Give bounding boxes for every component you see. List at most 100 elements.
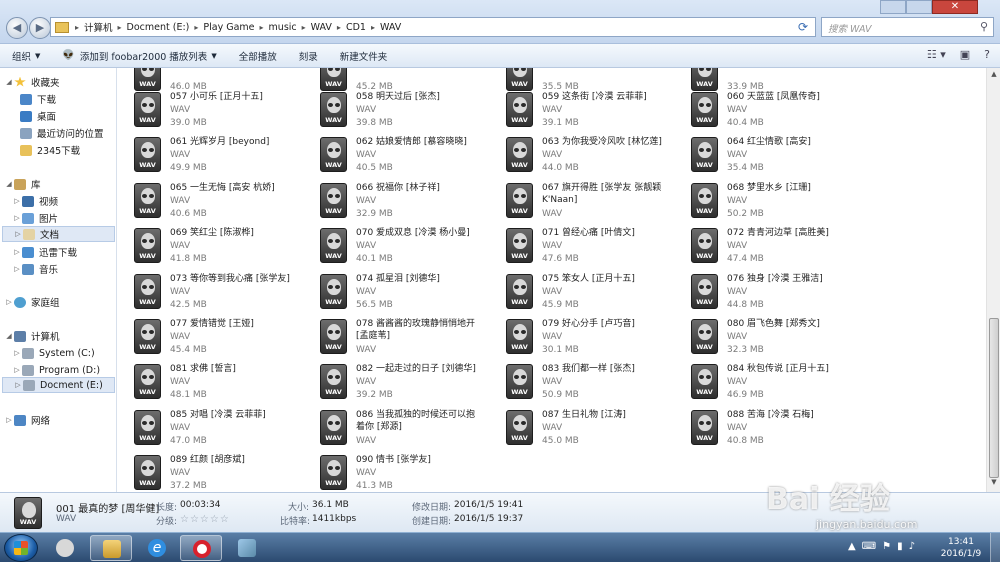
file-item[interactable]: WAV 086 当我孤独的时候还可以抱着你 [郑源] WAV (304, 408, 482, 450)
file-item[interactable]: WAV 059 这条街 [冷漠 云菲菲] WAV 39.1 MB (490, 90, 668, 132)
file-item[interactable]: WAV 079 好心分手 [卢巧音] WAV 30.1 MB (490, 317, 668, 359)
detail-bitrate-label: 比特率: (280, 517, 311, 527)
search-icon[interactable]: ⚲ (980, 20, 988, 33)
nav-network[interactable]: ▷ 网络 (4, 412, 50, 428)
file-item[interactable]: WAV 071 曾经心痛 [叶倩文] WAV 47.6 MB (490, 226, 668, 268)
file-item[interactable]: WAV 057 小可乐 [正月十五] WAV 39.0 MB (118, 90, 296, 132)
organize-button[interactable]: 组织 ▼ (12, 49, 40, 63)
file-item[interactable]: WAV 076 独身 [冷漠 王雅洁] WAV 44.8 MB (675, 272, 853, 314)
file-item[interactable]: WAV 058 明天过后 [张杰] WAV 39.8 MB (304, 90, 482, 132)
forward-button[interactable]: ▶ (29, 17, 51, 39)
file-item[interactable]: WAV 060 天蓝蓝 [凤凰传奇] WAV 40.4 MB (675, 90, 853, 132)
file-item[interactable]: WAV 082 一起走过的日子 [刘德华] WAV 39.2 MB (304, 362, 482, 404)
file-item[interactable]: WAV 061 光辉岁月 [beyond] WAV 49.9 MB (118, 135, 296, 177)
file-item[interactable]: WAV 072 青青河边草 [高胜美] WAV 47.4 MB (675, 226, 853, 268)
add-to-foobar-button[interactable]: 👽 添加到 foobar2000 播放列表 ▼ (62, 49, 216, 63)
volume-icon[interactable]: ♪ (909, 541, 915, 552)
rating-stars[interactable]: ☆☆☆☆☆ (180, 514, 230, 525)
wav-file-icon: WAV (134, 68, 161, 91)
nav-downloads[interactable]: 下载 (20, 91, 56, 107)
taskbar-explorer[interactable] (90, 535, 132, 561)
file-item[interactable]: WAV 084 秋包传说 [正月十五] WAV 46.9 MB (675, 362, 853, 404)
help-icon[interactable]: ? (984, 48, 990, 61)
file-item[interactable]: WAV 089 红颜 [胡彦斌] WAV 37.2 MB (118, 453, 296, 492)
file-item[interactable]: WAV 064 红尘情歌 [高安] WAV 35.4 MB (675, 135, 853, 177)
taskbar-foobar[interactable] (44, 535, 86, 561)
file-name: 080 眉飞色舞 [郑秀文] (727, 319, 820, 329)
close-button[interactable]: ✕ (932, 0, 978, 14)
minimize-button[interactable] (880, 0, 906, 14)
breadcrumb-computer[interactable]: 计算机 (81, 20, 116, 34)
nav-drive-c[interactable]: ▷ System (C:) (12, 345, 95, 361)
file-item[interactable]: WAV 077 爱情错觉 [王娅] WAV 45.4 MB (118, 317, 296, 359)
breadcrumb-wav-current[interactable]: WAV (377, 22, 404, 33)
wav-file-icon: WAV (691, 68, 718, 91)
nav-pictures[interactable]: ▷ 图片 (12, 210, 58, 226)
file-item[interactable]: WAV 085 对唱 [冷漠 云菲菲] WAV 47.0 MB (118, 408, 296, 450)
refresh-icon[interactable]: ⟳ (795, 19, 811, 35)
view-options-icon[interactable]: ☷ ▾ (927, 48, 946, 61)
file-item[interactable]: WAV 090 情书 [张学友] WAV 41.3 MB (304, 453, 482, 492)
file-item[interactable]: WAV 073 等你等到我心痛 [张学友] WAV 42.5 MB (118, 272, 296, 314)
taskbar-tool[interactable] (226, 535, 268, 561)
nav-documents[interactable]: ▷ 文档 (2, 226, 115, 242)
breadcrumb-music[interactable]: music (266, 22, 300, 33)
clock[interactable]: 13:41 2016/1/9 (936, 536, 986, 560)
show-desktop-button[interactable] (990, 533, 1000, 562)
flag-icon[interactable]: ⚑ (882, 541, 891, 552)
file-item[interactable]: WAV 067 旗开得胜 [张学友 张靓颖 K'Naan] WAV (490, 181, 668, 223)
scrollbar-thumb[interactable] (989, 318, 999, 478)
taskbar-opera[interactable] (180, 535, 222, 561)
nav-xunlei[interactable]: ▷ 迅雷下载 (12, 244, 77, 260)
scroll-up-icon[interactable]: ▲ (989, 70, 999, 80)
tray-expand-icon[interactable]: ▲ (848, 541, 856, 552)
nav-recent[interactable]: 最近访问的位置 (20, 125, 104, 141)
play-all-button[interactable]: 全部播放 (239, 49, 277, 63)
breadcrumb-wav[interactable]: WAV (308, 22, 335, 33)
file-item[interactable]: WAV 075 笨女人 [正月十五] WAV 45.9 MB (490, 272, 668, 314)
nav-libraries[interactable]: ◢ 库 (4, 176, 41, 192)
start-button[interactable] (4, 534, 38, 562)
maximize-button[interactable] (906, 0, 932, 14)
nav-videos[interactable]: ▷ 视频 (12, 193, 58, 209)
file-item[interactable]: WAV 081 求佛 [誓言] WAV 48.1 MB (118, 362, 296, 404)
file-item[interactable]: WAV 088 苦海 [冷漠 石梅] WAV 40.8 MB (675, 408, 853, 450)
file-item[interactable]: WAV 069 笑红尘 [陈淑桦] WAV 41.8 MB (118, 226, 296, 268)
file-item[interactable]: WAV 074 孤星泪 [刘德华] WAV 56.5 MB (304, 272, 482, 314)
nav-music[interactable]: ▷ 音乐 (12, 261, 58, 277)
nav-favorites[interactable]: ◢ 收藏夹 (4, 74, 60, 90)
nav-drive-d[interactable]: ▷ Program (D:) (12, 362, 100, 378)
vertical-scrollbar[interactable]: ▲ ▼ (986, 68, 1000, 492)
file-item[interactable]: WAV 063 为你我受冷风吹 [林忆莲] WAV 44.0 MB (490, 135, 668, 177)
search-input[interactable]: 搜索 WAV ⚲ (821, 17, 994, 37)
file-item[interactable]: WAV 080 眉飞色舞 [郑秀文] WAV 32.3 MB (675, 317, 853, 359)
file-item[interactable]: WAV 087 生日礼物 [江涛] WAV 45.0 MB (490, 408, 668, 450)
breadcrumb-cd1[interactable]: CD1 (343, 22, 369, 33)
network-tray-icon[interactable]: ▮ (897, 541, 903, 552)
new-folder-button[interactable]: 新建文件夹 (340, 49, 388, 63)
nav-homegroup[interactable]: ▷ 家庭组 (4, 294, 60, 310)
preview-pane-icon[interactable]: ▣ (960, 48, 970, 61)
expand-arrow-icon: ◢ (6, 180, 12, 188)
file-item[interactable]: WAV 068 梦里水乡 [江珊] WAV 50.2 MB (675, 181, 853, 223)
nav-documents-label: 文档 (40, 230, 60, 241)
file-item[interactable]: WAV 070 爱成双息 [冷漠 杨小曼] WAV 40.1 MB (304, 226, 482, 268)
file-item[interactable]: WAV 065 一生无悔 [高安 杭娇] WAV 40.6 MB (118, 181, 296, 223)
burn-button[interactable]: 刻录 (299, 49, 318, 63)
address-input[interactable]: ▸ 计算机 ▸ Docment (E:) ▸ Play Game ▸ music… (50, 17, 816, 37)
nav-2345[interactable]: 2345下载 (20, 142, 80, 158)
nav-computer[interactable]: ◢ 计算机 (4, 328, 60, 344)
file-item[interactable]: WAV 083 我们都一样 [张杰] WAV 50.9 MB (490, 362, 668, 404)
breadcrumb-playgame[interactable]: Play Game (200, 22, 257, 33)
nav-homegroup-label: 家庭组 (31, 298, 60, 309)
file-item[interactable]: WAV 078 酱酱酱的玫瑰静悄悄地开 [孟庭苇] WAV (304, 317, 482, 359)
breadcrumb-drive[interactable]: Docment (E:) (124, 22, 193, 33)
keyboard-icon[interactable]: ⌨ (862, 541, 876, 552)
nav-desktop[interactable]: 桌面 (20, 108, 56, 124)
file-item[interactable]: WAV 062 姑娘爱情郎 [慕容晓晓] WAV 40.5 MB (304, 135, 482, 177)
back-button[interactable]: ◀ (6, 17, 28, 39)
nav-drive-e[interactable]: ▷ Docment (E:) (2, 377, 115, 393)
scroll-down-icon[interactable]: ▼ (989, 478, 999, 488)
file-item[interactable]: WAV 066 祝福你 [林子祥] WAV 32.9 MB (304, 181, 482, 223)
taskbar-ie[interactable]: e (136, 535, 178, 561)
